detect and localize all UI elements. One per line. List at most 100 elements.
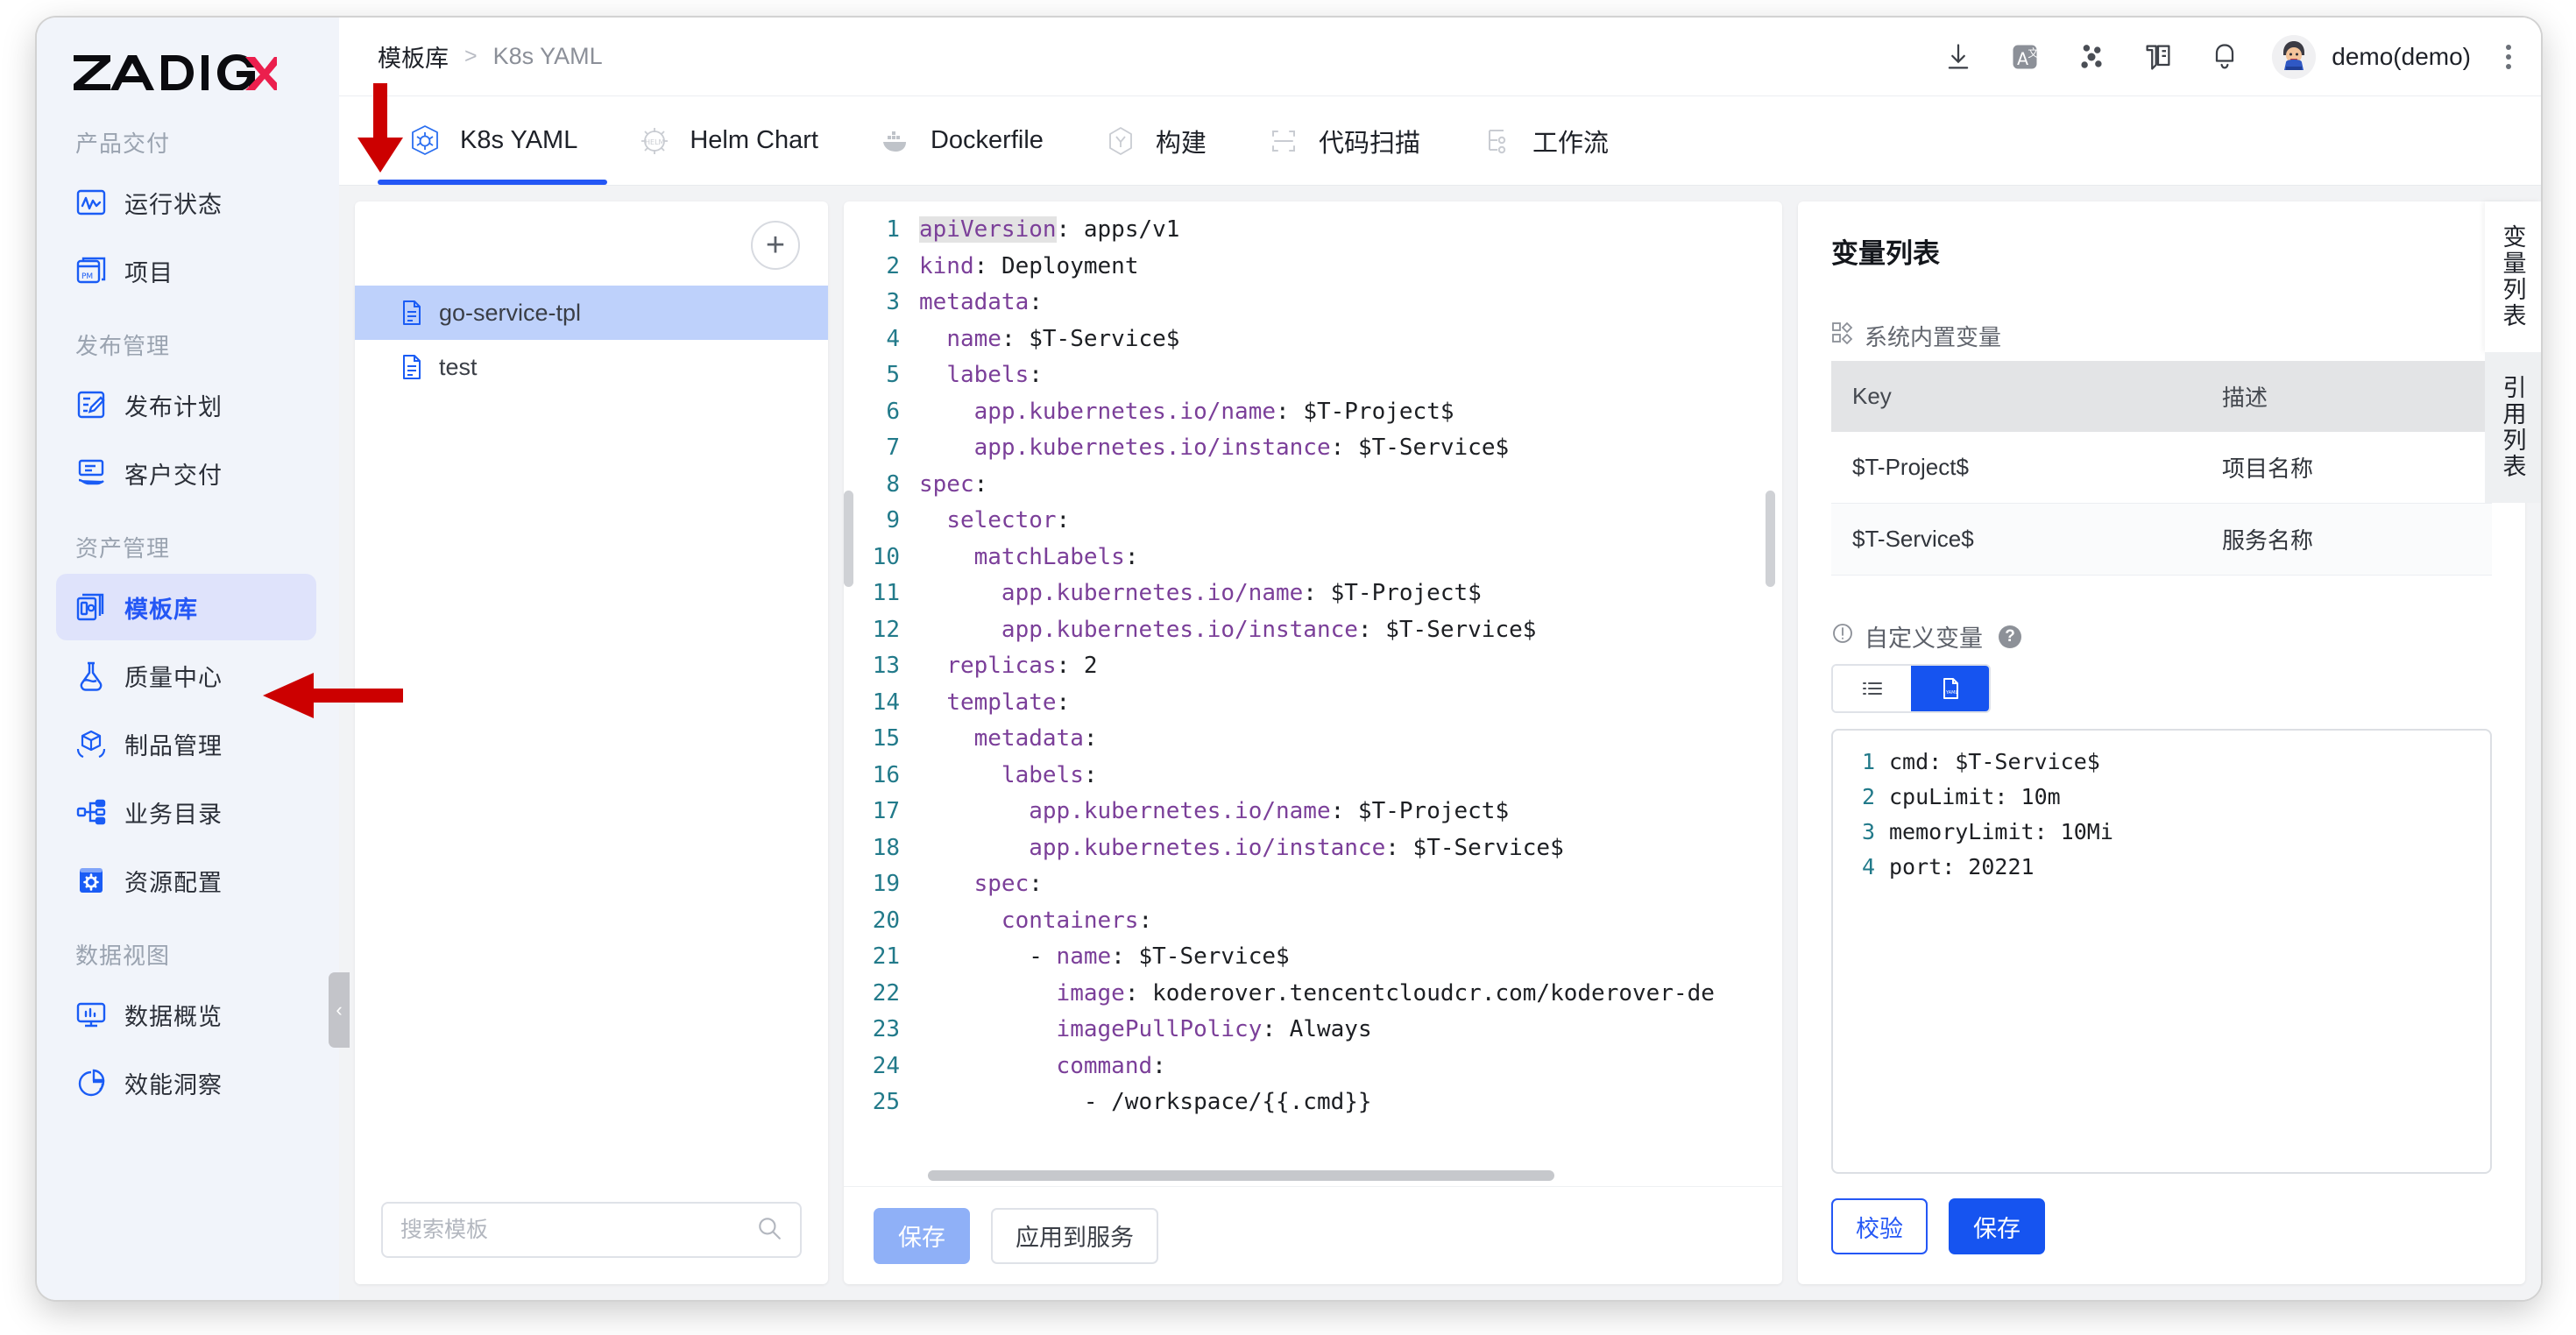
docs-book-icon[interactable] bbox=[2141, 39, 2176, 74]
code-line: 6 app.kubernetes.io/name: $T-Project$ bbox=[844, 394, 1782, 431]
tab-workflow[interactable]: 工作流 bbox=[1450, 96, 1638, 185]
line-number: 4 bbox=[1861, 854, 1875, 879]
sidebar-item-business-catalog[interactable]: 业务目录 bbox=[56, 779, 316, 845]
main-area: 模板库 > K8s YAML A 文 demo(demo) K8s YAML H… bbox=[339, 18, 2541, 1300]
sidebar-item-runtime-status[interactable]: 运行状态 bbox=[56, 169, 316, 236]
code-text: memoryLimit: 10Mi bbox=[1889, 819, 2113, 844]
tab-k8s-yaml[interactable]: K8s YAML bbox=[378, 96, 608, 185]
tab-code-scan[interactable]: 代码扫描 bbox=[1236, 96, 1450, 185]
download-icon[interactable] bbox=[1941, 39, 1976, 74]
user-name-label: demo(demo) bbox=[2332, 42, 2471, 70]
vtab-variable-list[interactable]: 变量列表 bbox=[2485, 201, 2541, 352]
sidebar-item-label: 效能洞察 bbox=[124, 1071, 223, 1098]
sidebar-item-template-library[interactable]: 模板库 bbox=[56, 574, 316, 640]
sidebar-item-label: 运行状态 bbox=[124, 191, 223, 218]
breadcrumb-root[interactable]: 模板库 bbox=[378, 39, 449, 74]
custom-variables-label: 自定义变量 bbox=[1865, 625, 1983, 652]
list-item[interactable]: test bbox=[355, 340, 828, 394]
kebab-menu-icon[interactable] bbox=[2506, 44, 2511, 69]
share-nodes-icon[interactable] bbox=[2074, 39, 2109, 74]
sidebar-item-project[interactable]: PM 项目 bbox=[56, 237, 316, 304]
variable-list-panel: 变量列表 系统内置变量 Key 描述 $T-Project$ 项目名称 $T-S… bbox=[1798, 201, 2525, 1284]
line-number: 17 bbox=[872, 798, 900, 824]
editor-horizontal-scrollbar[interactable] bbox=[928, 1170, 1554, 1181]
sidebar-item-customer-delivery[interactable]: 客户交付 bbox=[56, 440, 316, 506]
sidebar-item-label: 资源配置 bbox=[124, 869, 223, 896]
sidebar-collapse-handle[interactable]: ‹ bbox=[329, 972, 350, 1048]
brand-logo[interactable] bbox=[37, 40, 339, 103]
business-catalog-icon bbox=[75, 796, 107, 828]
nav-group-title: 数据视图 bbox=[75, 943, 171, 969]
svg-text:HELM: HELM bbox=[645, 138, 665, 146]
sidebar-item-quality-center[interactable]: 质量中心 bbox=[56, 642, 316, 709]
system-variables-heading: 系统内置变量 bbox=[1831, 320, 2492, 352]
code-line: 3 metadata: bbox=[844, 285, 1782, 321]
code-text: name: $T-Service$ bbox=[946, 325, 1180, 352]
code-line: 4 port: 20221 bbox=[1833, 850, 2490, 885]
content-area: + go-service-tpl test 搜索模板 1 apiVersion:… bbox=[339, 186, 2541, 1300]
breadcrumb: 模板库 > K8s YAML bbox=[378, 39, 603, 74]
editor-scroll-left[interactable] bbox=[844, 491, 853, 587]
custom-variables-code[interactable]: 1 cmd: $T-Service$ 2 cpuLimit: 10m 3 memoryLi… bbox=[1833, 745, 2490, 885]
code-text: spec: bbox=[919, 470, 988, 498]
content-type-tabs: K8s YAML HELM Helm Chart Dockerfile 构建 代… bbox=[339, 96, 2541, 186]
cell-desc: 服务名称 bbox=[2201, 503, 2492, 576]
bell-notification-icon[interactable] bbox=[2207, 39, 2242, 74]
yaml-editor[interactable]: 1 apiVersion: apps/v1 2 kind: Deployment 3 me… bbox=[844, 201, 1782, 1186]
tab-build[interactable]: 构建 bbox=[1073, 96, 1236, 185]
code-text: labels: bbox=[946, 362, 1043, 388]
sidebar-item-release-plan[interactable]: 发布计划 bbox=[56, 371, 316, 438]
search-icon[interactable] bbox=[756, 1215, 782, 1246]
vtab-reference-list[interactable]: 引用列表 bbox=[2485, 352, 2541, 503]
build-hexagon-icon bbox=[1103, 124, 1138, 159]
svg-text:文: 文 bbox=[2028, 46, 2039, 60]
list-view-icon[interactable] bbox=[1833, 666, 1911, 711]
sidebar-item-label: 质量中心 bbox=[124, 664, 223, 691]
sidebar-item-label: 模板库 bbox=[124, 596, 198, 623]
sidebar-item-efficiency-insight[interactable]: 效能洞察 bbox=[56, 1049, 316, 1116]
search-box[interactable] bbox=[381, 1202, 802, 1258]
line-number: 25 bbox=[872, 1089, 900, 1115]
sidebar-item-label: 项目 bbox=[124, 259, 173, 286]
editor-vertical-scrollbar[interactable] bbox=[1766, 491, 1775, 587]
custom-variables-editor[interactable]: 1 cmd: $T-Service$ 2 cpuLimit: 10m 3 memoryLi… bbox=[1831, 729, 2492, 1174]
tab-label: K8s YAML bbox=[460, 126, 578, 154]
code-text: labels: bbox=[1001, 761, 1098, 788]
efficiency-insight-icon bbox=[75, 1067, 107, 1098]
cell-key: $T-Project$ bbox=[1831, 432, 2202, 504]
cell-desc: 项目名称 bbox=[2201, 432, 2492, 504]
template-list: go-service-tpl test bbox=[355, 286, 828, 1183]
sidebar-item-artifact-management[interactable]: 制品管理 bbox=[56, 710, 316, 777]
system-variables-label: 系统内置变量 bbox=[1865, 324, 2002, 350]
user-menu[interactable]: demo(demo) bbox=[2272, 34, 2471, 79]
tab-helm-chart[interactable]: HELM Helm Chart bbox=[607, 96, 848, 185]
top-bar: 模板库 > K8s YAML A 文 demo(demo) bbox=[339, 18, 2541, 96]
sidebar-item-resource-config[interactable]: 资源配置 bbox=[56, 847, 316, 914]
validate-button[interactable]: 校验 bbox=[1831, 1198, 1928, 1254]
apply-to-service-button[interactable]: 应用到服务 bbox=[991, 1207, 1158, 1264]
breadcrumb-current: K8s YAML bbox=[492, 43, 603, 69]
save-variables-button[interactable]: 保存 bbox=[1949, 1198, 2045, 1254]
sidebar-item-data-overview[interactable]: 数据概览 bbox=[56, 981, 316, 1048]
code-content[interactable]: 1 apiVersion: apps/v1 2 kind: Deployment 3 me… bbox=[844, 212, 1782, 1121]
line-number: 15 bbox=[872, 725, 900, 752]
code-text: - /workspace/{{.cmd}} bbox=[1083, 1089, 1372, 1115]
sidebar-item-label: 客户交付 bbox=[124, 462, 223, 489]
line-number: 22 bbox=[872, 979, 900, 1007]
code-line: 4 name: $T-Service$ bbox=[844, 321, 1782, 358]
tab-dockerfile[interactable]: Dockerfile bbox=[848, 96, 1073, 185]
yaml-file-icon[interactable]: YAML bbox=[1911, 666, 1989, 711]
code-line: 2 cpuLimit: 10m bbox=[1833, 780, 2490, 815]
search-input[interactable] bbox=[400, 1217, 756, 1243]
panel-title: 变量列表 bbox=[1831, 238, 1940, 269]
translate-icon[interactable]: A 文 bbox=[2007, 39, 2042, 74]
line-number: 18 bbox=[872, 834, 900, 861]
save-button[interactable]: 保存 bbox=[874, 1207, 970, 1264]
add-template-button[interactable]: + bbox=[751, 221, 800, 270]
tab-label: Dockerfile bbox=[930, 126, 1044, 154]
question-help-icon[interactable]: ? bbox=[1999, 625, 2021, 648]
code-line: 7 app.kubernetes.io/instance: $T-Service… bbox=[844, 430, 1782, 467]
code-line: 3 memoryLimit: 10Mi bbox=[1833, 815, 2490, 850]
code-line: 2 kind: Deployment bbox=[844, 249, 1782, 286]
list-item[interactable]: go-service-tpl bbox=[355, 286, 828, 340]
